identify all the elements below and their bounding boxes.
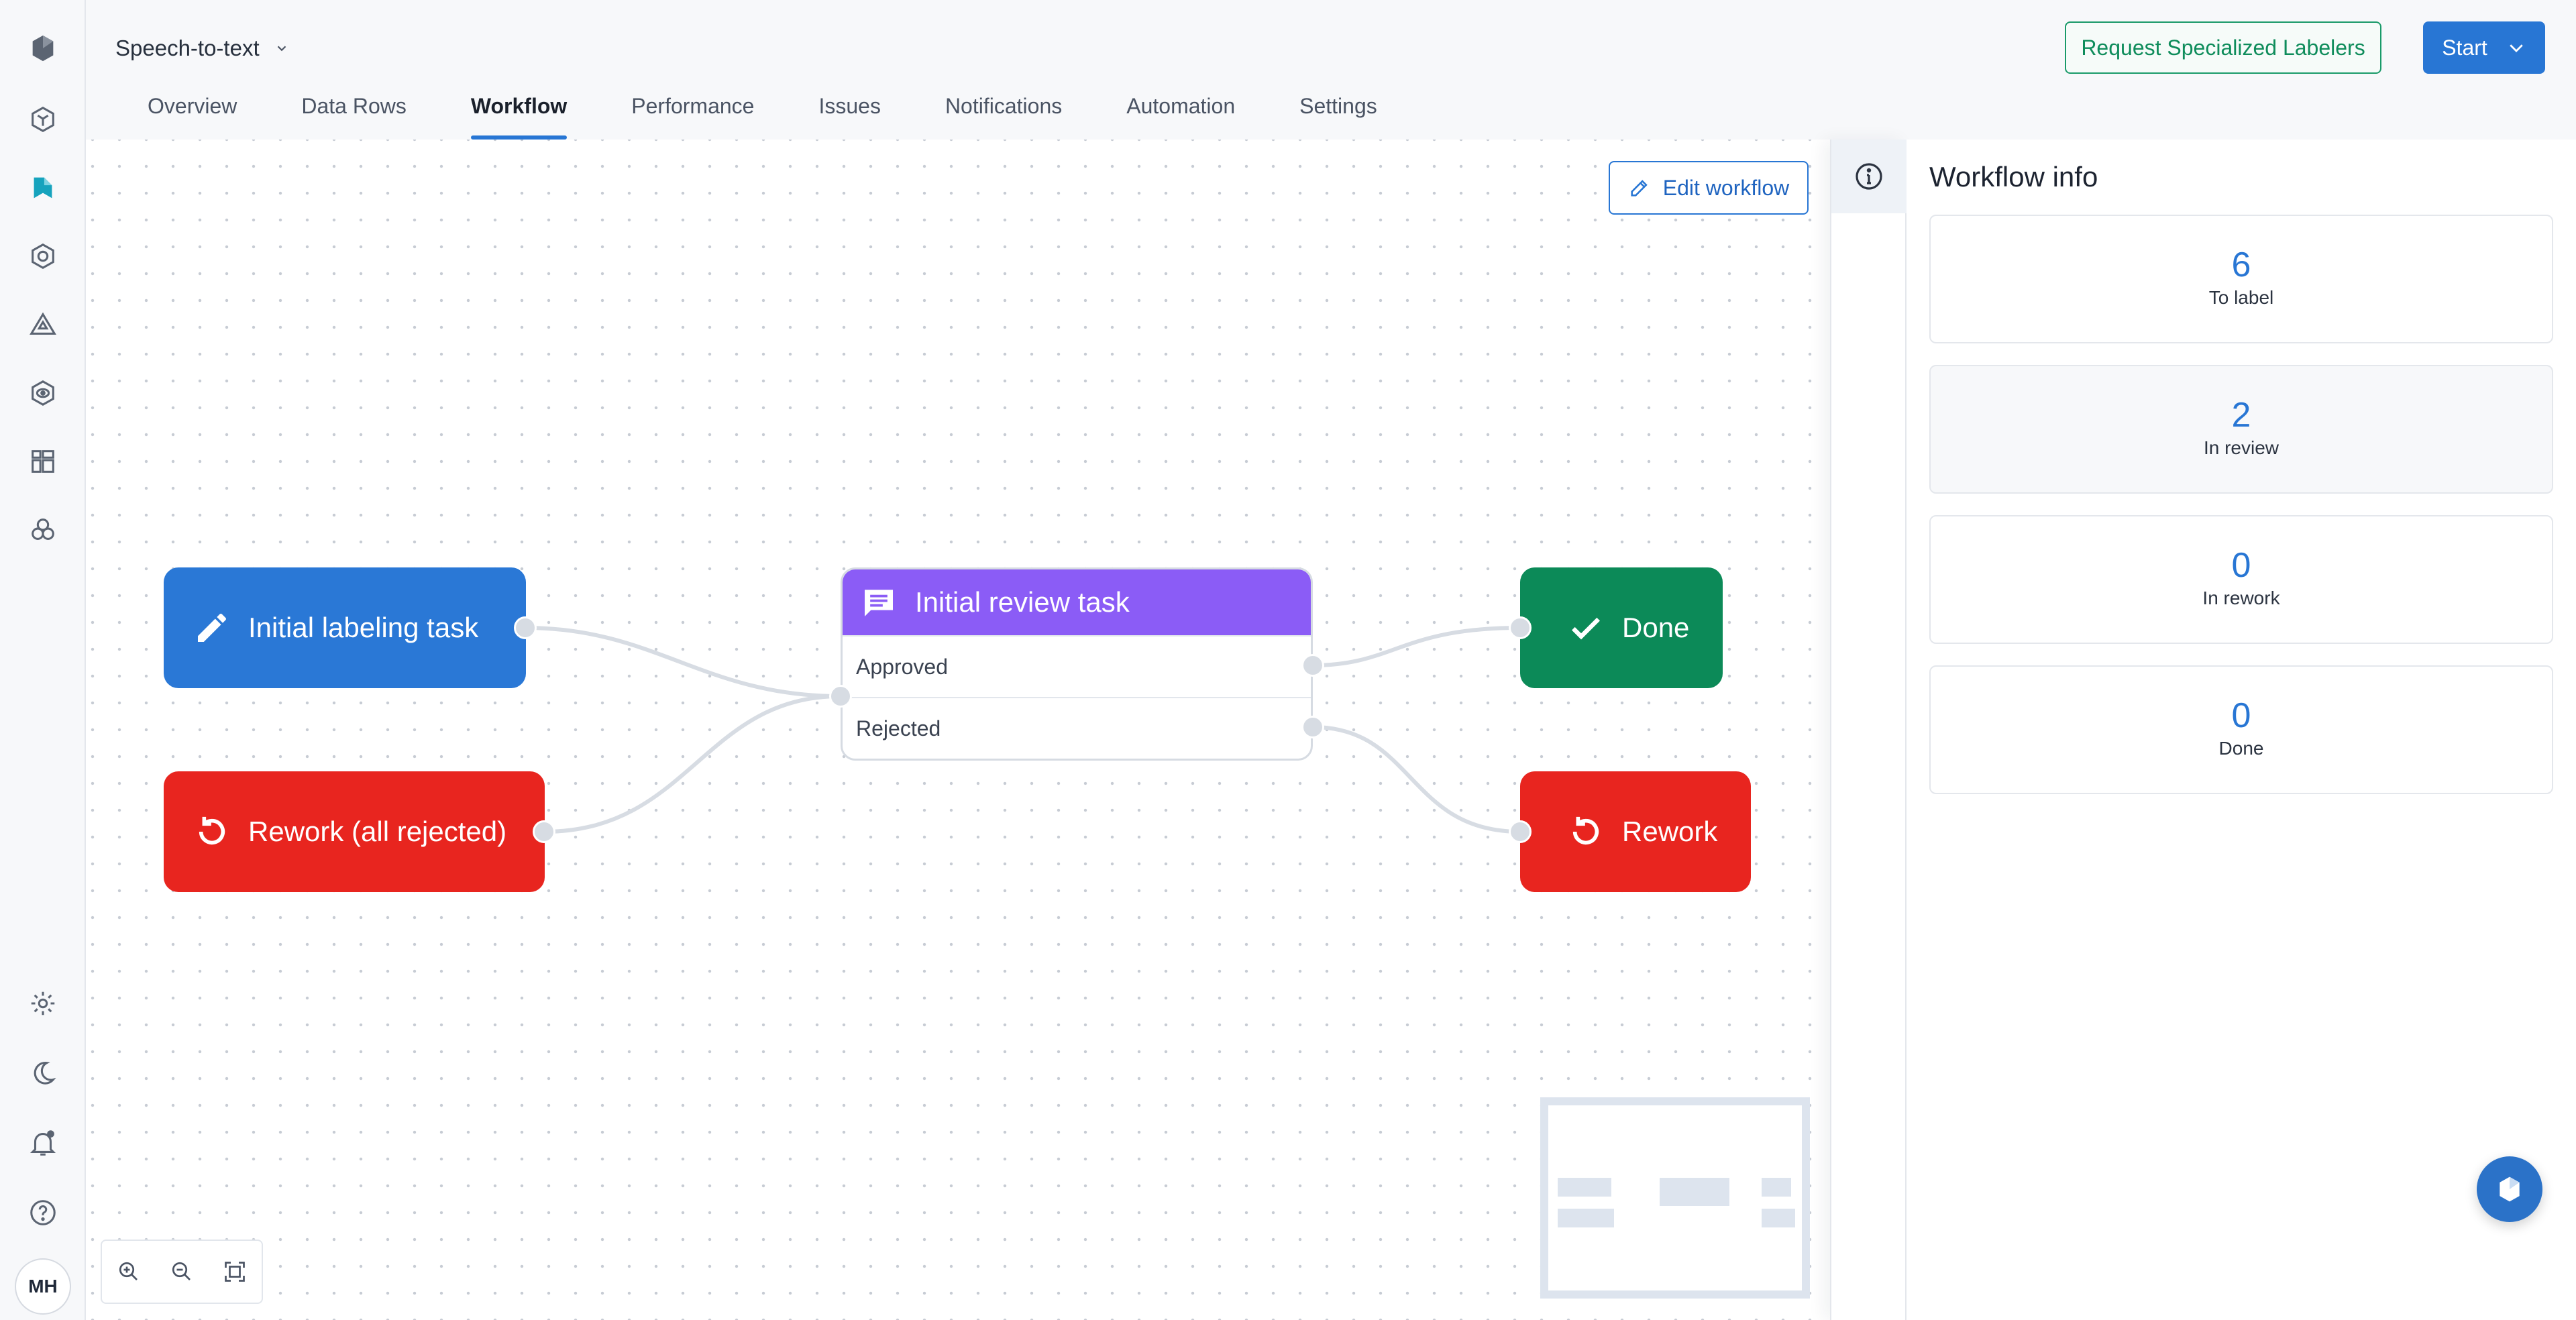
- stat-value: 0: [2231, 546, 2251, 585]
- zoom-controls: [101, 1240, 263, 1304]
- info-icon: [1856, 163, 1882, 190]
- node-initial-labeling[interactable]: Initial labeling task: [164, 567, 526, 688]
- review-output-rejected: Rejected: [843, 697, 1311, 759]
- rework-icon: [1572, 816, 1599, 845]
- request-labelers-button[interactable]: Request Specialized Labelers: [2065, 21, 2381, 74]
- tab-workflow[interactable]: Workflow: [470, 90, 568, 140]
- output-port[interactable]: [514, 616, 537, 639]
- tab-automation[interactable]: Automation: [1126, 90, 1235, 140]
- bell-icon[interactable]: [23, 1123, 63, 1163]
- start-button[interactable]: Start: [2423, 21, 2545, 74]
- gear-icon[interactable]: [23, 983, 63, 1024]
- stat-card-in-review[interactable]: 2 In review: [1929, 365, 2553, 494]
- triangle-icon[interactable]: [23, 305, 63, 345]
- stat-card-in-rework[interactable]: 0 In rework: [1929, 515, 2553, 644]
- stat-label: To label: [2208, 287, 2274, 308]
- tab-performance[interactable]: Performance: [631, 90, 754, 140]
- project-tabs: Overview Data Rows Workflow Performance …: [148, 90, 1442, 140]
- output-port[interactable]: [533, 820, 555, 843]
- logo-icon: [2500, 1176, 2520, 1202]
- chevron-down-icon: [277, 46, 286, 52]
- review-output-approved: Approved: [843, 635, 1311, 697]
- pencil-outline-icon: [1631, 180, 1648, 197]
- stat-card-to-label[interactable]: 6 To label: [1929, 215, 2553, 343]
- rejected-port[interactable]: [1301, 716, 1324, 738]
- grid-icon[interactable]: [23, 441, 63, 482]
- node-label: Rework: [1622, 816, 1718, 847]
- stat-label: In rework: [2202, 588, 2280, 608]
- logo-icon[interactable]: [23, 28, 63, 68]
- workflow-info-panel: Workflow info 6 To label 2 In review 0 I…: [1907, 140, 2576, 1320]
- zoom-out-icon[interactable]: [168, 1258, 195, 1285]
- model-icon[interactable]: [23, 236, 63, 276]
- check-icon: [1572, 617, 1600, 640]
- left-navigation-rail: MH: [0, 0, 86, 1320]
- review-node-header: Initial review task: [843, 569, 1311, 635]
- catalog-icon[interactable]: [23, 99, 63, 140]
- input-port[interactable]: [829, 685, 852, 708]
- project-selector[interactable]: Speech-to-text: [115, 32, 289, 64]
- node-label: Initial labeling task: [248, 612, 479, 643]
- node-label: Done: [1622, 612, 1690, 643]
- comment-icon: [865, 590, 893, 616]
- minimap-nodes: [1558, 1178, 1795, 1227]
- pencil-icon: [198, 613, 226, 642]
- panel-title: Workflow info: [1929, 161, 2098, 192]
- rework-icon: [199, 816, 225, 845]
- zoom-in-icon[interactable]: [115, 1258, 142, 1285]
- user-avatar[interactable]: MH: [15, 1258, 71, 1315]
- info-tab[interactable]: [1831, 140, 1907, 213]
- node-rework[interactable]: Rework: [1520, 771, 1751, 892]
- stat-card-done[interactable]: 0 Done: [1929, 665, 2553, 794]
- connections-icon[interactable]: [23, 510, 63, 550]
- edit-workflow-label: Edit workflow: [1662, 175, 1790, 200]
- node-done[interactable]: Done: [1520, 567, 1723, 688]
- node-label: Initial review task: [915, 586, 1130, 618]
- tab-notifications[interactable]: Notifications: [945, 90, 1062, 140]
- node-label: Rework (all rejected): [248, 816, 507, 847]
- node-rework-all-rejected[interactable]: Rework (all rejected): [164, 771, 545, 892]
- edit-workflow-button[interactable]: Edit workflow: [1609, 161, 1809, 215]
- chevron-down-icon: [2510, 44, 2523, 52]
- stat-label: Done: [2218, 738, 2264, 759]
- tab-data-rows[interactable]: Data Rows: [301, 90, 407, 140]
- minimap[interactable]: [1540, 1097, 1810, 1299]
- node-initial-review[interactable]: Initial review task Approved Rejected: [841, 567, 1313, 761]
- approved-port[interactable]: [1301, 654, 1324, 677]
- input-port[interactable]: [1509, 616, 1532, 639]
- annotate-icon[interactable]: [23, 168, 63, 208]
- fit-view-icon[interactable]: [221, 1258, 248, 1285]
- eye-icon[interactable]: [23, 373, 63, 413]
- stat-value: 0: [2231, 696, 2251, 735]
- panel-tab-strip: [1830, 140, 1907, 1320]
- project-name: Speech-to-text: [115, 36, 260, 60]
- moon-icon[interactable]: [23, 1053, 63, 1093]
- input-port[interactable]: [1509, 820, 1532, 843]
- project-header: Speech-to-text Overview Data Rows Workfl…: [86, 0, 2576, 140]
- stat-value: 6: [2231, 245, 2251, 284]
- stat-value: 2: [2231, 396, 2251, 435]
- stat-label: In review: [2203, 437, 2279, 458]
- workflow-canvas[interactable]: Edit workflow Initial labeling task Rewo…: [86, 140, 1830, 1320]
- tab-issues[interactable]: Issues: [818, 90, 880, 140]
- help-icon[interactable]: [23, 1193, 63, 1233]
- start-button-label: Start: [2442, 35, 2487, 60]
- tab-overview[interactable]: Overview: [148, 90, 237, 140]
- help-chat-button[interactable]: [2477, 1156, 2542, 1222]
- tab-settings[interactable]: Settings: [1299, 90, 1377, 140]
